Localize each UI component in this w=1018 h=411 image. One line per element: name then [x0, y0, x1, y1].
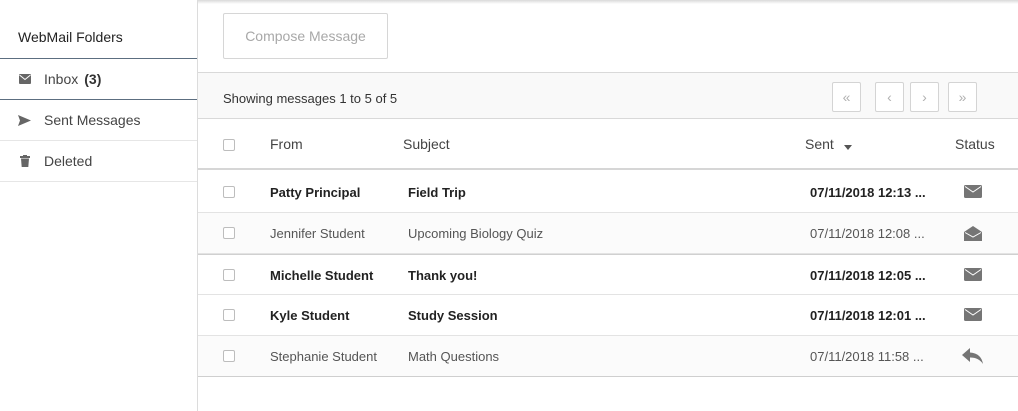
envelope-icon	[18, 73, 31, 86]
sidebar-item-sent-messages[interactable]: Sent Messages	[0, 100, 197, 141]
table-row[interactable]: Stephanie Student Math Questions 07/11/2…	[198, 336, 1018, 377]
table-row[interactable]: Michelle Student Thank you! 07/11/2018 1…	[198, 254, 1018, 295]
table-header: From Subject Sent Status	[198, 119, 1018, 170]
next-page-button[interactable]: ›	[910, 82, 939, 112]
row-checkbox[interactable]	[223, 350, 235, 362]
row-from: Patty Principal	[270, 185, 361, 200]
table-row[interactable]: Kyle Student Study Session 07/11/2018 12…	[198, 295, 1018, 336]
column-header-subject[interactable]: Subject	[403, 136, 450, 152]
message-count-summary: Showing messages 1 to 5 of 5	[223, 91, 398, 106]
column-header-status: Status	[955, 136, 995, 152]
column-header-sent[interactable]: Sent	[805, 136, 852, 153]
row-from: Kyle Student	[270, 308, 350, 323]
row-sent: 07/11/2018 11:58 ...	[810, 349, 924, 364]
table-row[interactable]: Patty Principal Field Trip 07/11/2018 12…	[198, 172, 1018, 213]
sidebar-item-inbox[interactable]: Inbox (3)	[0, 59, 197, 100]
prev-page-button[interactable]: ‹	[875, 82, 904, 112]
compose-message-button[interactable]: Compose Message	[223, 13, 388, 59]
table-row[interactable]: Jennifer Student Upcoming Biology Quiz 0…	[198, 213, 1018, 254]
row-checkbox[interactable]	[223, 227, 235, 239]
reply-icon	[962, 347, 984, 365]
row-from: Michelle Student	[270, 268, 374, 283]
row-subject: Math Questions	[408, 349, 500, 364]
sort-desc-icon	[843, 137, 852, 153]
send-icon	[18, 114, 31, 127]
row-from: Stephanie Student	[270, 349, 377, 364]
row-sent: 07/11/2018 12:13 ...	[810, 185, 926, 200]
pagination-bar: Showing messages 1 to 5 of 5 « ‹ › »	[198, 72, 1018, 119]
sidebar-title: WebMail Folders	[0, 0, 197, 59]
folders-sidebar: WebMail Folders Inbox (3) Sent Messages …	[0, 0, 198, 411]
row-checkbox[interactable]	[223, 309, 235, 321]
row-sent: 07/11/2018 12:05 ...	[810, 268, 926, 283]
unread-envelope-icon	[964, 185, 982, 199]
opened-envelope-icon	[964, 226, 982, 241]
row-sent: 07/11/2018 12:01 ...	[810, 308, 926, 323]
unread-count-badge: (3)	[84, 71, 102, 87]
row-sent: 07/11/2018 12:08 ...	[810, 226, 925, 241]
row-from: Jennifer Student	[270, 226, 365, 241]
last-page-button[interactable]: »	[948, 82, 977, 112]
trash-icon	[18, 155, 31, 168]
row-subject: Study Session	[408, 308, 498, 323]
message-list-panel: Compose Message Showing messages 1 to 5 …	[198, 0, 1018, 411]
row-checkbox[interactable]	[223, 186, 235, 198]
row-checkbox[interactable]	[223, 269, 235, 281]
sidebar-item-label: Deleted	[44, 153, 93, 169]
column-header-sent-label: Sent	[805, 136, 834, 152]
select-all-checkbox[interactable]	[223, 139, 235, 151]
row-subject: Field Trip	[408, 185, 466, 200]
unread-envelope-icon	[964, 308, 982, 322]
column-header-from[interactable]: From	[270, 136, 303, 152]
unread-envelope-icon	[964, 268, 982, 282]
sidebar-item-label: Inbox	[44, 71, 79, 87]
sidebar-item-label: Sent Messages	[44, 112, 141, 128]
row-subject: Thank you!	[408, 268, 478, 283]
row-subject: Upcoming Biology Quiz	[408, 226, 544, 241]
first-page-button[interactable]: «	[832, 82, 861, 112]
sidebar-item-deleted[interactable]: Deleted	[0, 141, 197, 182]
